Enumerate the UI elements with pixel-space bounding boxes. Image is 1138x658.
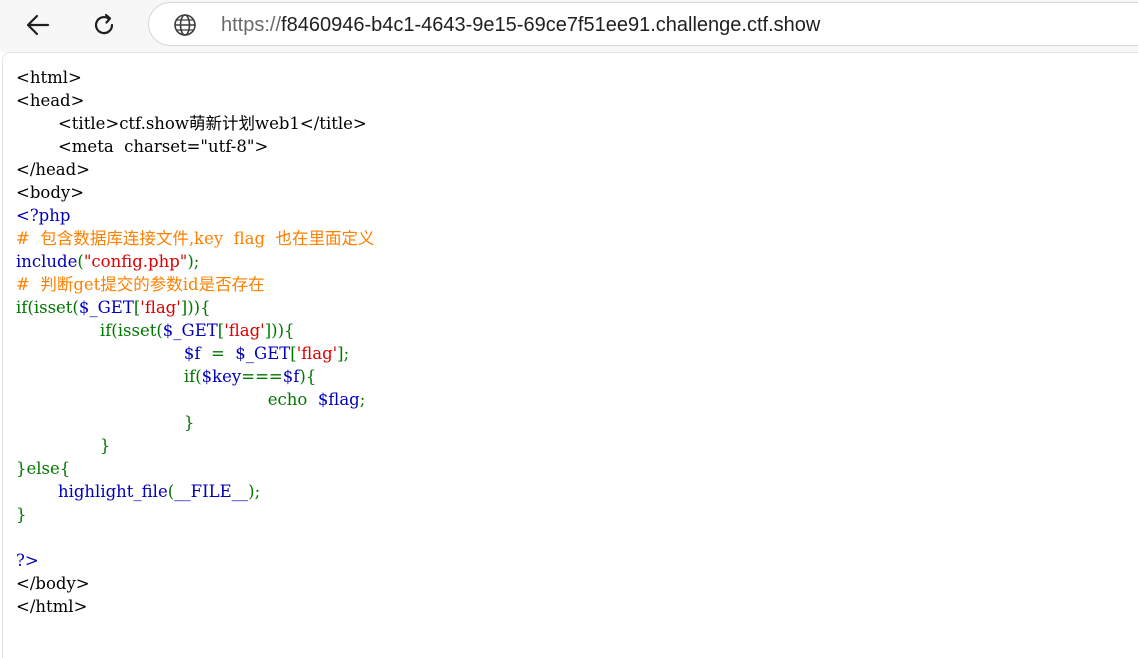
code-token-keyword: if(isset( — [16, 298, 79, 317]
code-token-default: <?php — [16, 206, 71, 225]
code-token-default: $key — [201, 367, 242, 386]
code-line: # 判断get提交的参数id是否存在 — [16, 275, 265, 294]
code-token-keyword: ); — [187, 252, 200, 271]
code-line: include("config.php"); — [16, 252, 199, 271]
code-line: <?php — [16, 206, 70, 225]
code-line: <head> — [16, 91, 84, 110]
code-token-keyword: ){ — [299, 367, 317, 386]
code-token-comment: # 判断get提交的参数id是否存在 — [16, 275, 265, 294]
code-token-default: $f — [282, 367, 300, 386]
code-line: # 包含数据库连接文件,key flag 也在里面定义 — [16, 229, 375, 248]
code-line: </html> — [16, 597, 87, 616]
code-line: if(isset($_GET['flag'])){ — [16, 321, 295, 340]
code-line: <body> — [16, 183, 84, 202]
globe-icon — [174, 14, 196, 36]
arrow-left-icon — [26, 14, 50, 36]
back-button[interactable] — [18, 6, 58, 44]
code-token-keyword: } — [16, 413, 195, 432]
code-token-html: </body> — [16, 574, 90, 593]
url-host: f8460946-b4c1-4643-9e15-69ce7f51ee91.cha… — [281, 14, 821, 36]
code-line: $f = $_GET['flag']; — [16, 344, 349, 363]
code-line: if(isset($_GET['flag'])){ — [16, 298, 211, 317]
code-token-string: 'flag' — [140, 298, 181, 317]
code-token-html: <meta charset="utf-8"> — [16, 137, 269, 156]
code-line: if($key===$f){ — [16, 367, 316, 386]
code-token-default: include — [16, 252, 78, 271]
reload-icon — [94, 13, 114, 35]
code-token-keyword: echo — [16, 390, 318, 409]
code-token-default: $_GET — [78, 298, 134, 317]
code-token-keyword: }else{ — [16, 459, 71, 478]
code-token-html: </head> — [16, 160, 91, 179]
page-content: <html> <head> <title>ctf.show萌新计划web1</t… — [2, 52, 1138, 658]
code-line: echo $flag; — [16, 390, 366, 409]
code-line: } — [16, 413, 195, 432]
code-token-default: highlight_file — [16, 482, 168, 501]
code-line: <html> — [16, 68, 82, 87]
code-token-html: <title>ctf.show萌新计划web1</title> — [16, 114, 367, 133]
code-token-default: $_GET — [162, 321, 218, 340]
code-token-keyword: ]; — [337, 344, 350, 363]
highlighted-source-code: <html> <head> <title>ctf.show萌新计划web1</t… — [16, 66, 375, 618]
code-token-html: </html> — [16, 597, 88, 616]
url-text[interactable]: https://f8460946-b4c1-4643-9e15-69ce7f51… — [221, 13, 820, 37]
code-token-string: 'flag' — [296, 344, 338, 363]
code-token-html: <html> — [16, 68, 82, 87]
code-line: } — [16, 505, 27, 524]
code-token-comment: # 包含数据库连接文件,key flag 也在里面定义 — [16, 229, 375, 248]
code-token-keyword: ])){ — [264, 321, 295, 340]
code-token-default: $f — [16, 344, 211, 363]
address-bar[interactable]: https://f8460946-b4c1-4643-9e15-69ce7f51… — [148, 2, 1138, 46]
code-token-keyword: ; — [359, 390, 366, 409]
code-token-string: 'flag' — [224, 321, 265, 340]
url-scheme: https:// — [221, 14, 282, 36]
code-token-keyword: ])){ — [180, 298, 211, 317]
code-line: }else{ — [16, 459, 70, 478]
code-token-default: ?> — [16, 551, 39, 570]
code-line: <title>ctf.show萌新计划web1</title> — [16, 114, 367, 133]
code-token-keyword: } — [16, 436, 111, 455]
code-token-keyword: ); — [248, 482, 261, 501]
code-token-html: <body> — [16, 183, 85, 202]
browser-toolbar: https://f8460946-b4c1-4643-9e15-69ce7f51… — [0, 0, 1138, 52]
code-line: ?> — [16, 551, 39, 570]
code-line: </head> — [16, 160, 90, 179]
code-token-default: __FILE__ — [174, 482, 249, 501]
code-token-keyword: if(isset( — [16, 321, 163, 340]
code-token-keyword: } — [16, 505, 27, 524]
code-token-keyword: = — [210, 344, 236, 363]
code-line: highlight_file(__FILE__); — [16, 482, 260, 501]
code-token-html: <head> — [16, 91, 85, 110]
code-line: } — [16, 436, 111, 455]
reload-button[interactable] — [84, 6, 124, 44]
code-token-default: $flag — [317, 390, 360, 409]
code-token-string: "config.php" — [83, 252, 188, 271]
code-token-keyword: if( — [16, 367, 202, 386]
code-token-default: $_GET — [235, 344, 291, 363]
code-token-keyword: === — [241, 367, 283, 386]
code-line: </body> — [16, 574, 90, 593]
code-line: <meta charset="utf-8"> — [16, 137, 268, 156]
